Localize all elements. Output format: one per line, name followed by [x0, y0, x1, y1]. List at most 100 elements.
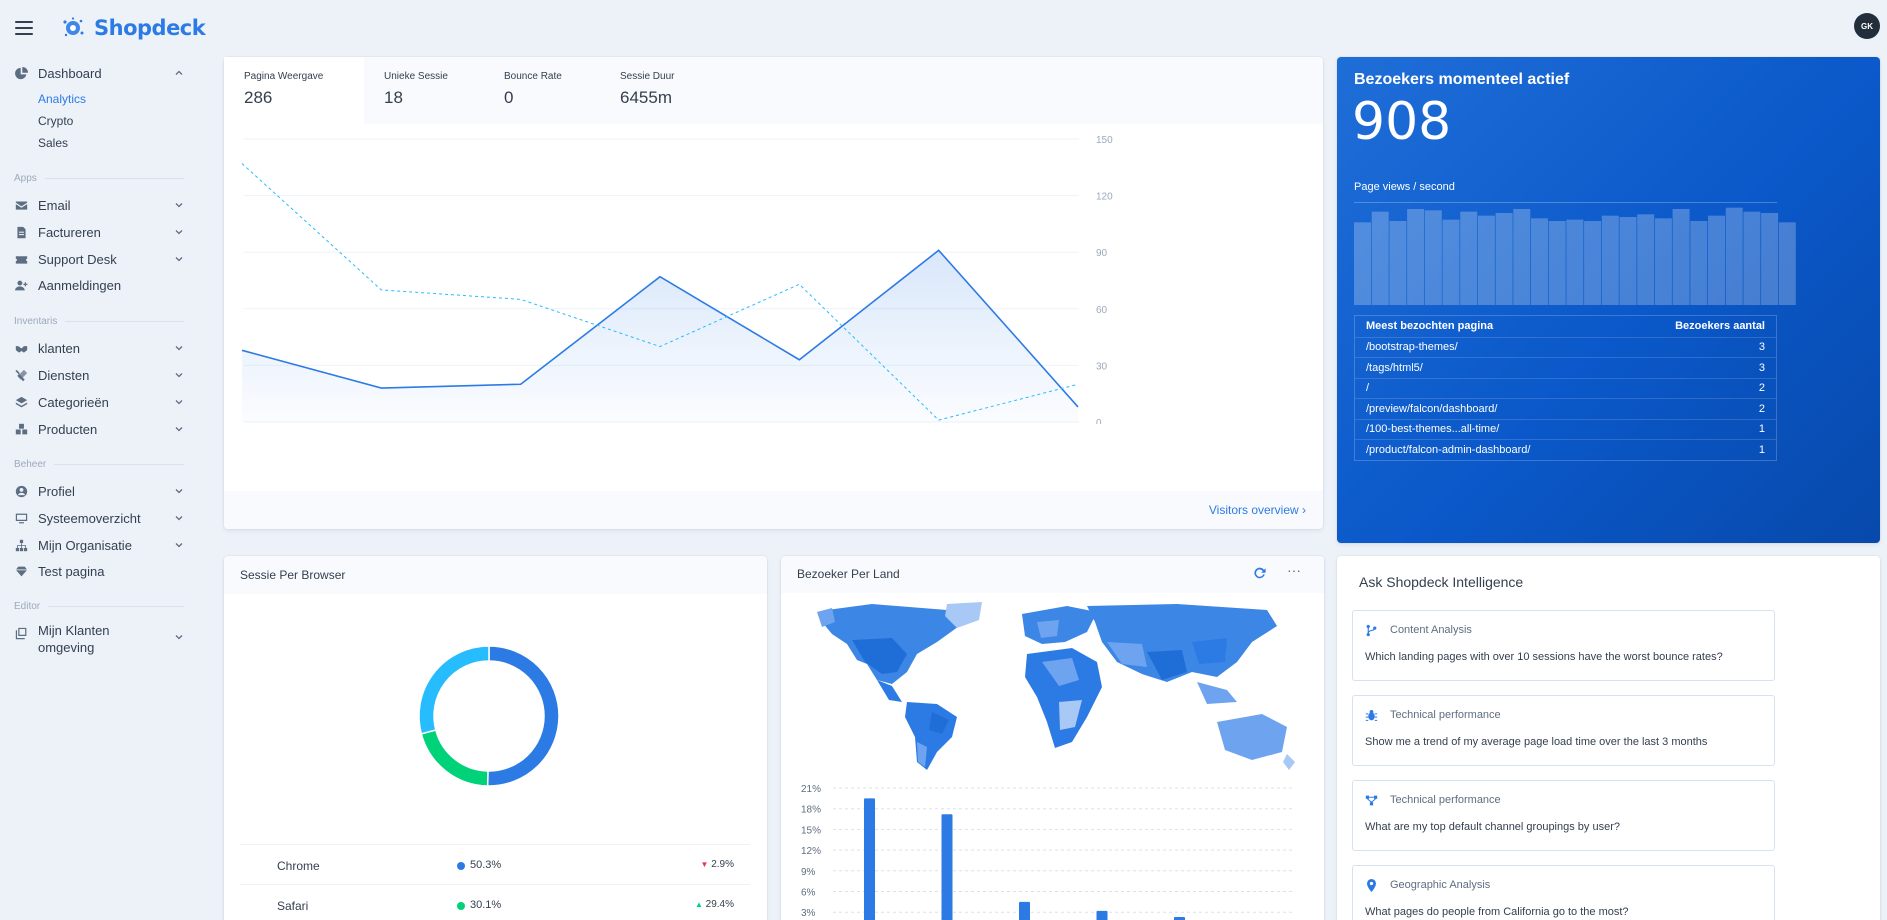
table-row[interactable]: /bootstrap-themes/3: [1355, 336, 1776, 358]
user-circle-icon: [14, 484, 28, 498]
browser-row-safari[interactable]: Safari 30.1% ▲ 29.4%: [240, 884, 750, 920]
sidebar-item-label-line1: Mijn Klanten: [38, 623, 110, 638]
chevron-down-icon: [175, 489, 183, 494]
column-header-page: Meest bezochten pagina: [1366, 320, 1494, 333]
tab-pagina-weergave[interactable]: Pagina Weergave 286: [224, 57, 364, 124]
invoice-icon: [14, 225, 28, 239]
tab-bounce-rate[interactable]: Bounce Rate 0: [484, 57, 600, 124]
table-row[interactable]: /preview/falcon/dashboard/2: [1355, 398, 1776, 419]
table-row[interactable]: /100-best-themes...all-time/1: [1355, 418, 1776, 440]
browser-percentage: 30.1%: [470, 899, 502, 911]
section-divider: [44, 178, 184, 179]
column-header-count: Bezoekers aantal: [1675, 320, 1765, 333]
refresh-icon[interactable]: [1253, 567, 1266, 580]
tools-icon: [14, 368, 28, 382]
table-row[interactable]: /tags/html5/3: [1355, 357, 1776, 378]
country-bar: [1019, 901, 1030, 920]
page-path: /preview/falcon/dashboard/: [1366, 402, 1498, 415]
card-footer: Visitors overview ›: [224, 491, 1323, 529]
card-title: Bezoeker Per Land: [797, 567, 900, 581]
active-visitors-title: Bezoekers momenteel actief: [1354, 71, 1570, 88]
page-view-bar: [1672, 209, 1690, 305]
sidebar-item-profiel[interactable]: Profiel: [14, 480, 184, 502]
chevron-down-icon: [175, 230, 183, 235]
section-label-text: Inventaris: [14, 316, 58, 327]
visitor-count: 1: [1758, 423, 1765, 436]
browser-row-chrome[interactable]: Chrome 50.3% ▼ 2.9%: [240, 844, 750, 884]
page-views-bar-chart: [1354, 207, 1796, 305]
user-avatar[interactable]: GK: [1854, 13, 1880, 39]
page-view-bar: [1424, 210, 1442, 305]
page-views-label: Page views / second: [1354, 181, 1455, 193]
gem-icon: [14, 564, 28, 578]
sidebar-item-mijn-klanten-omgeving[interactable]: Mijn Klanten omgeving: [14, 622, 184, 660]
suggestion-question: What pages do people from California go …: [1365, 906, 1629, 918]
tab-value: 0: [504, 88, 514, 107]
sidebar-item-label: Mijn Organisatie: [38, 537, 132, 553]
suggestion-question: Which landing pages with over 10 session…: [1365, 651, 1723, 663]
table-header: Meest bezochten pagina Bezoekers aantal: [1355, 316, 1776, 337]
section-divider: [48, 606, 184, 607]
sidebar-item-dashboard[interactable]: Dashboard: [14, 62, 184, 84]
sidebar-item-aanmeldingen[interactable]: Aanmeldingen: [14, 274, 184, 296]
page-view-bar: [1407, 209, 1425, 305]
sidebar-item-categorieen[interactable]: Categorieën: [14, 391, 184, 413]
page-view-bar: [1566, 219, 1584, 305]
card-title: Sessie Per Browser: [240, 568, 346, 582]
suggestion-category: Geographic Analysis: [1390, 879, 1491, 891]
ai-card-title: Ask Shopdeck Intelligence: [1359, 574, 1524, 590]
sidebar-subitem-crypto[interactable]: Crypto: [38, 114, 73, 128]
page-view-bar: [1743, 211, 1761, 305]
brand-logo[interactable]: Shopdeck: [62, 16, 206, 40]
sidebar-subitem-analytics[interactable]: Analytics: [38, 92, 86, 106]
sidebar-item-label: klanten: [38, 340, 80, 356]
page-path: /bootstrap-themes/: [1366, 341, 1458, 354]
sidebar-item-systeemoverzicht[interactable]: Systeemoverzicht: [14, 507, 184, 529]
menu-toggle-icon[interactable]: [15, 21, 33, 35]
table-row[interactable]: /2: [1355, 377, 1776, 399]
sidebar-item-klanten[interactable]: klanten: [14, 337, 184, 359]
visitors-overview-link[interactable]: Visitors overview ›: [1209, 503, 1306, 517]
tab-value: 6455m: [620, 88, 672, 107]
page-path: /: [1366, 382, 1370, 395]
tab-unieke-sessie[interactable]: Unieke Sessie 18: [364, 57, 484, 124]
divider: [1354, 202, 1777, 203]
ai-suggestion-content-analysis[interactable]: Content Analysis Which landing pages wit…: [1352, 610, 1775, 681]
y-tick-label: 9%: [801, 867, 816, 878]
y-tick-label: 12%: [801, 846, 821, 857]
sidebar-item-factureren[interactable]: Factureren: [14, 221, 184, 243]
network-icon: [1365, 794, 1379, 808]
sidebar-subitem-sales[interactable]: Sales: [38, 136, 68, 150]
more-options-icon[interactable]: ···: [1287, 562, 1301, 578]
tab-sessie-duur[interactable]: Sessie Duur 6455m: [600, 57, 716, 124]
page-view-bar: [1619, 217, 1637, 305]
ai-suggestion-technical-performance[interactable]: Technical performance Show me a trend of…: [1352, 695, 1775, 766]
country-bar: [1096, 910, 1108, 920]
branch-icon: [1365, 624, 1379, 638]
user-plus-icon: [14, 278, 28, 292]
sidebar-item-label: Dashboard: [38, 65, 102, 81]
visitor-count: 3: [1758, 361, 1765, 374]
sidebar-item-email[interactable]: Email: [14, 194, 184, 216]
page-view-bar: [1371, 211, 1389, 305]
sidebar-item-diensten[interactable]: Diensten: [14, 364, 184, 386]
page-view-bar: [1389, 221, 1407, 305]
top-pages-table: Meest bezochten pagina Bezoekers aantal …: [1354, 315, 1777, 461]
handshake-icon: [14, 341, 28, 355]
section-label-text: Editor: [14, 601, 41, 612]
sidebar-item-test-pagina[interactable]: Test pagina: [14, 560, 184, 582]
section-label-editor: Editor: [14, 601, 184, 612]
chevron-up-icon: [175, 70, 183, 75]
ai-suggestion-channel-groupings[interactable]: Technical performance What are my top de…: [1352, 780, 1775, 851]
table-row[interactable]: /product/falcon-admin-dashboard/1: [1355, 439, 1776, 460]
sidebar-item-support-desk[interactable]: Support Desk: [14, 248, 184, 270]
section-label-beheer: Beheer: [14, 459, 184, 470]
suggestion-category: Content Analysis: [1390, 624, 1472, 636]
sidebar-item-producten[interactable]: Producten: [14, 418, 184, 440]
ai-suggestion-geographic-analysis[interactable]: Geographic Analysis What pages do people…: [1352, 865, 1775, 920]
suggestion-question: Show me a trend of my average page load …: [1365, 736, 1708, 748]
sidebar-item-label: Aanmeldingen: [38, 277, 122, 293]
sidebar-item-mijn-organisatie[interactable]: Mijn Organisatie: [14, 534, 184, 556]
y-tick-label: 90: [1096, 248, 1108, 259]
card-header: Sessie Per Browser: [224, 556, 767, 594]
